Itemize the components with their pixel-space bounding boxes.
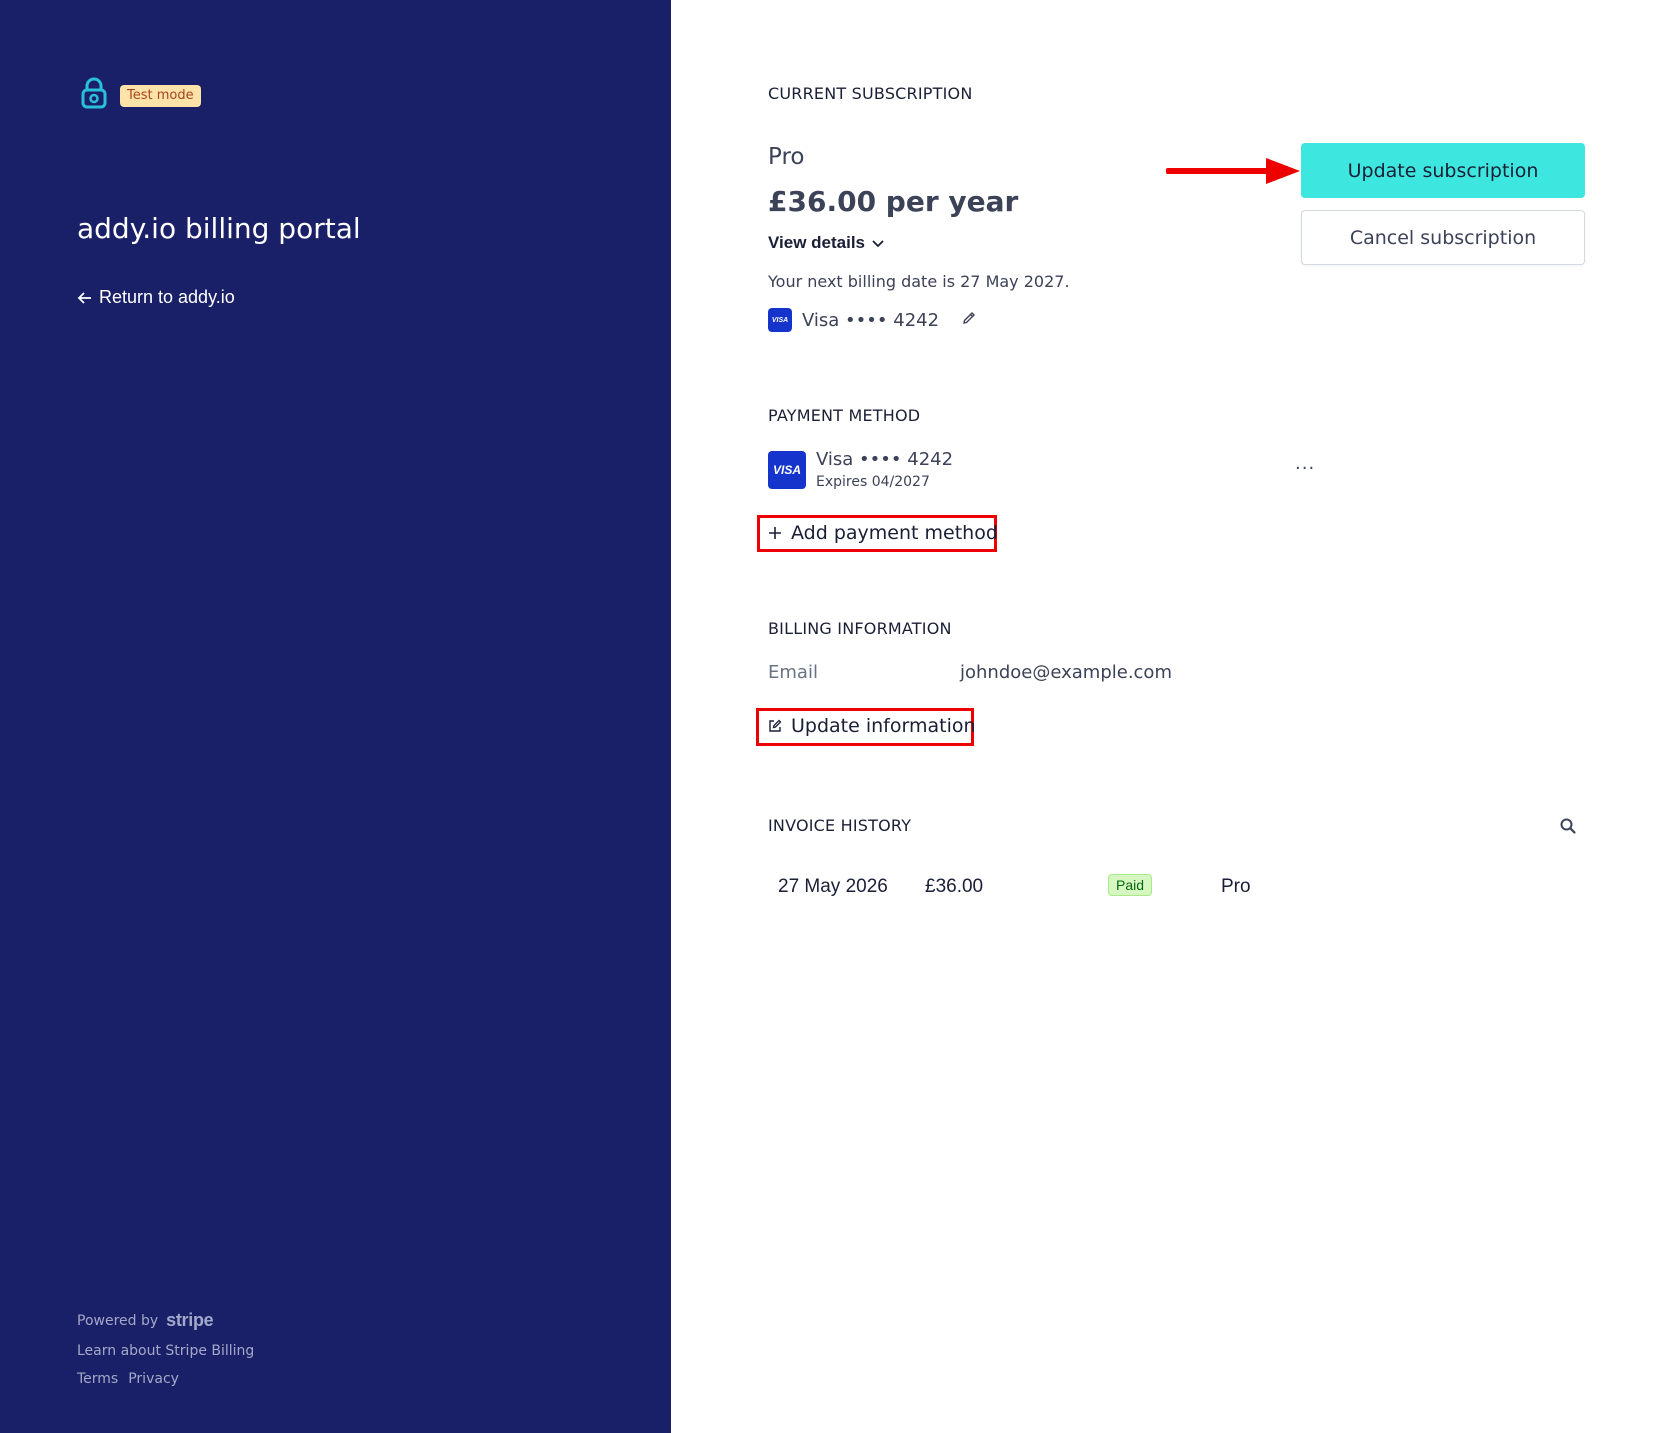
update-information-label: Update information	[791, 715, 976, 737]
learn-link[interactable]: Learn about Stripe Billing	[77, 1343, 254, 1359]
sidebar: Test mode addy.io billing portal Return …	[0, 0, 671, 1433]
add-payment-method-button[interactable]: Add payment method	[761, 522, 1004, 544]
stripe-logo[interactable]: stripe	[166, 1310, 214, 1331]
terms-link[interactable]: Terms	[77, 1371, 118, 1387]
powered-by-label: Powered by	[77, 1312, 159, 1329]
billing-information-heading: BILLING INFORMATION	[768, 619, 952, 638]
cancel-subscription-button[interactable]: Cancel subscription	[1301, 210, 1585, 265]
invoice-status-badge: Paid	[1108, 874, 1153, 896]
invoice-history-heading: INVOICE HISTORY	[768, 816, 912, 835]
addy-logo-icon	[81, 77, 107, 109]
sidebar-footer: Powered by stripe Learn about Stripe Bil…	[77, 1310, 254, 1387]
search-icon[interactable]	[1559, 817, 1577, 835]
portal-title: addy.io billing portal	[77, 212, 361, 245]
payment-method-card: VISA Visa •••• 4242 Expires 04/2027	[768, 449, 953, 491]
invoice-plan: Pro	[1221, 876, 1251, 897]
test-mode-badge: Test mode	[120, 85, 201, 107]
edit-icon	[769, 719, 782, 732]
view-details-label: View details	[768, 233, 866, 252]
more-options-icon[interactable]: ···	[1295, 458, 1315, 479]
payment-card-expiry: Expires 04/2027	[816, 474, 930, 490]
legal-links: Terms Privacy	[77, 1371, 254, 1387]
email-label: Email	[768, 662, 818, 683]
plus-icon	[769, 527, 781, 539]
main-content: CURRENT SUBSCRIPTION Pro £36.00 per year…	[671, 0, 1676, 1433]
update-subscription-button[interactable]: Update subscription	[1301, 143, 1585, 198]
update-information-button[interactable]: Update information	[761, 715, 982, 737]
invoice-date: 27 May 2026	[778, 876, 888, 897]
pencil-icon[interactable]	[961, 310, 977, 326]
payment-method-heading: PAYMENT METHOD	[768, 406, 921, 425]
add-payment-method-label: Add payment method	[791, 522, 998, 544]
subscription-card-label: Visa •••• 4242	[802, 309, 940, 331]
visa-card-icon: VISA	[768, 308, 792, 332]
annotation-arrow-icon	[1166, 158, 1300, 184]
payment-method-details: Visa •••• 4242 Expires 04/2027	[816, 449, 953, 491]
invoice-amount: £36.00	[925, 876, 984, 897]
next-billing-date: Your next billing date is 27 May 2027.	[768, 272, 1070, 291]
email-value: johndoe@example.com	[960, 662, 1172, 683]
current-subscription-heading: CURRENT SUBSCRIPTION	[768, 84, 973, 103]
return-link-label: Return to addy.io	[99, 287, 235, 307]
invoice-row[interactable]: 27 May 2026 £36.00 Paid Pro	[768, 870, 1588, 906]
plan-price: £36.00 per year	[768, 185, 1019, 218]
view-details-toggle[interactable]: View details	[768, 233, 885, 253]
powered-by: Powered by stripe	[77, 1310, 254, 1331]
arrow-left-icon	[77, 291, 91, 304]
return-link[interactable]: Return to addy.io	[77, 287, 235, 308]
subscription-card: VISA Visa •••• 4242	[768, 308, 977, 332]
visa-card-icon: VISA	[768, 451, 806, 489]
chevron-down-icon	[872, 240, 884, 248]
plan-name: Pro	[768, 144, 805, 170]
privacy-link[interactable]: Privacy	[128, 1371, 179, 1387]
payment-card-label: Visa •••• 4242	[816, 449, 954, 470]
